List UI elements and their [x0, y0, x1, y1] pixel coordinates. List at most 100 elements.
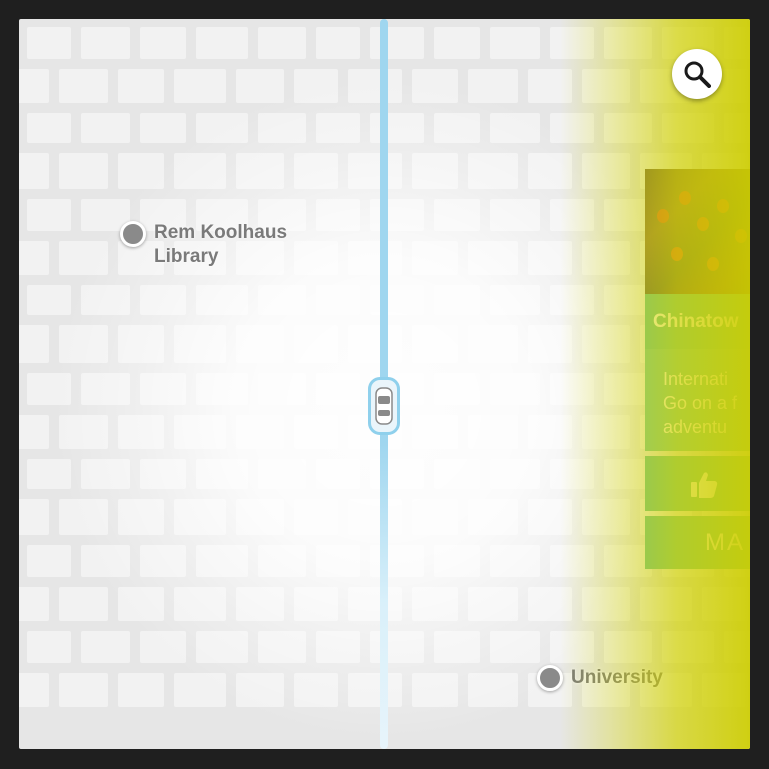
city-block [59, 153, 108, 189]
city-block [370, 545, 424, 577]
city-block [196, 545, 248, 577]
map-view[interactable]: Rem Koolhaus Library University Chinatow… [19, 19, 750, 749]
city-block [196, 373, 248, 405]
city-block [550, 199, 594, 231]
city-block [258, 373, 306, 405]
city-block [140, 459, 186, 489]
city-block [19, 587, 49, 621]
place-card[interactable]: Chinatow Internati Go on a f adventu MA [645, 169, 750, 569]
city-block [236, 673, 284, 707]
city-block [528, 499, 572, 535]
city-block [582, 153, 630, 189]
city-block [81, 373, 130, 405]
city-block [702, 587, 748, 621]
city-block [662, 631, 714, 663]
city-block [118, 69, 164, 103]
city-block [59, 499, 108, 535]
city-block [348, 153, 402, 189]
city-block [81, 545, 130, 577]
city-block [582, 241, 630, 275]
city-block [724, 113, 750, 143]
city-block [174, 69, 226, 103]
city-block [294, 69, 338, 103]
city-block [27, 631, 71, 663]
city-block [174, 673, 226, 707]
city-block [236, 153, 284, 189]
poi-marker [120, 221, 146, 247]
city-block [316, 285, 360, 315]
city-block [370, 27, 424, 59]
city-block [490, 285, 540, 315]
city-block [19, 69, 49, 103]
city-block [550, 631, 594, 663]
city-block [370, 631, 424, 663]
city-block [702, 673, 748, 707]
city-block [118, 153, 164, 189]
city-block [316, 113, 360, 143]
city-block [59, 241, 108, 275]
city-block [236, 499, 284, 535]
city-block [434, 373, 480, 405]
city-block [348, 499, 402, 535]
poi-university[interactable]: University [537, 665, 663, 691]
city-block [236, 587, 284, 621]
city-block [528, 241, 572, 275]
city-block [140, 113, 186, 143]
city-block [19, 241, 49, 275]
city-block [348, 587, 402, 621]
city-block [174, 587, 226, 621]
city-block [140, 27, 186, 59]
city-block [490, 113, 540, 143]
city-block [258, 113, 306, 143]
city-block [724, 27, 750, 59]
like-button[interactable] [645, 456, 750, 511]
city-block [174, 499, 226, 535]
city-block [412, 415, 458, 449]
city-block [434, 27, 480, 59]
city-block [258, 545, 306, 577]
city-block [550, 285, 594, 315]
city-block [174, 153, 226, 189]
car-icon [375, 387, 393, 425]
search-button[interactable] [672, 49, 722, 99]
city-block [27, 545, 71, 577]
city-block [174, 325, 226, 363]
city-block [582, 415, 630, 449]
city-block [316, 199, 360, 231]
city-block [640, 587, 692, 621]
city-block [59, 673, 108, 707]
city-block [550, 27, 594, 59]
city-block [468, 499, 518, 535]
city-block [412, 325, 458, 363]
city-block [196, 459, 248, 489]
city-block [528, 69, 572, 103]
city-block [412, 153, 458, 189]
city-block [19, 499, 49, 535]
city-block [468, 325, 518, 363]
city-block [316, 631, 360, 663]
city-block [81, 113, 130, 143]
city-block [19, 673, 49, 707]
city-block [582, 325, 630, 363]
city-block [19, 415, 49, 449]
city-block [528, 415, 572, 449]
city-block [140, 545, 186, 577]
city-block [412, 587, 458, 621]
city-block [294, 241, 338, 275]
city-block [490, 459, 540, 489]
more-button[interactable]: MA [645, 516, 750, 569]
city-block [294, 673, 338, 707]
poi-library[interactable]: Rem Koolhaus Library [120, 221, 287, 269]
city-block [196, 27, 248, 59]
city-block [490, 545, 540, 577]
city-block [258, 459, 306, 489]
city-block [174, 415, 226, 449]
city-block [468, 69, 518, 103]
poi-label: Rem Koolhaus Library [154, 222, 288, 267]
city-block [434, 199, 480, 231]
city-block [604, 27, 652, 59]
city-block [59, 69, 108, 103]
city-block [662, 113, 714, 143]
city-block [118, 325, 164, 363]
city-block [81, 631, 130, 663]
